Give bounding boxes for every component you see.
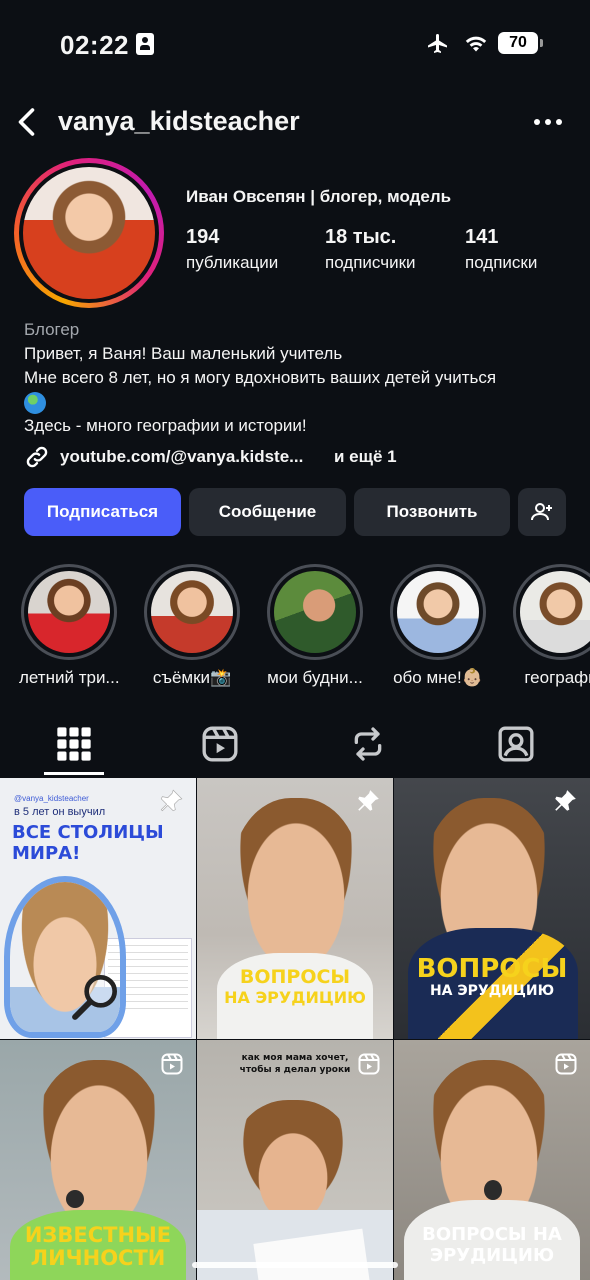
magnifier-icon <box>72 975 117 1020</box>
link-more[interactable]: и ещё 1 <box>334 447 397 467</box>
highlight-item[interactable]: обо мне!👶🏼 <box>388 564 488 688</box>
message-button[interactable]: Сообщение <box>189 488 346 536</box>
post-tile[interactable]: ВОПРОСЫ НА ЭРУДИЦИЮ <box>394 1040 590 1280</box>
link-icon <box>26 446 48 468</box>
post-caption: ВОПРОСЫ НА <box>422 1224 562 1245</box>
post-handle: @vanya_kidsteacher <box>14 794 89 803</box>
stat-label: публикации <box>186 253 279 272</box>
bio-line: Здесь - много географии и истории! <box>24 416 307 435</box>
highlight-item[interactable]: мои будни... <box>265 564 365 688</box>
highlight-label: географи <box>524 668 590 687</box>
globe-icon <box>24 391 46 414</box>
stat-label: подписчики <box>325 253 416 272</box>
link-text[interactable]: youtube.com/@vanya.kidste... <box>60 447 303 467</box>
highlight-label: обо мне!👶🏼 <box>393 668 483 687</box>
grid-icon[interactable] <box>54 724 94 764</box>
post-tile[interactable]: ВОПРОСЫ НА ЭРУДИЦИЮ <box>197 778 393 1039</box>
post-tile[interactable]: @vanya_kidsteacher в 5 лет он выучил ВСЕ… <box>0 778 196 1039</box>
status-bar: 02:22 70 <box>0 0 590 88</box>
id-card-icon <box>136 33 154 55</box>
post-tile[interactable]: как моя мама хочет, чтобы я делал уроки <box>197 1040 393 1280</box>
status-time: 02:22 <box>60 30 129 60</box>
post-caption: НА ЭРУДИЦИЮ <box>224 988 366 1007</box>
profile-bio: Блогер Привет, я Ваня! Ваш маленький учи… <box>24 318 574 438</box>
reels-icon[interactable] <box>200 724 240 764</box>
reel-icon <box>358 1053 380 1075</box>
bio-line: Привет, я Ваня! Ваш маленький учитель <box>24 344 343 363</box>
post-tile[interactable]: ИЗВЕСТНЫЕ ЛИЧНОСТИ <box>0 1040 196 1280</box>
page-title: vanya_kidsteacher <box>58 106 300 136</box>
follow-button[interactable]: Подписаться <box>24 488 181 536</box>
add-user-icon <box>531 503 552 521</box>
post-line: в 5 лет он выучил <box>14 806 106 818</box>
stat-number: 18 тыс. <box>325 226 397 248</box>
post-caption: ЛИЧНОСТИ <box>30 1246 166 1270</box>
stat-posts[interactable]: 194 публикации <box>186 226 278 273</box>
profile-category: Блогер <box>24 320 80 339</box>
pin-icon <box>555 790 576 811</box>
reel-icon <box>161 1053 183 1075</box>
repost-icon[interactable] <box>348 724 388 764</box>
suggest-users-button[interactable] <box>518 488 566 536</box>
highlight-label: съёмки📸 <box>152 668 232 687</box>
stat-number: 194 <box>186 226 220 248</box>
post-caption: ИЗВЕСТНЫЕ <box>24 1223 172 1247</box>
highlight-item[interactable]: съёмки📸 <box>142 564 242 688</box>
tagged-icon[interactable] <box>496 724 536 764</box>
avatar[interactable] <box>14 158 164 308</box>
pin-icon <box>358 790 379 811</box>
active-tab-indicator <box>44 772 104 775</box>
home-indicator[interactable] <box>192 1262 398 1268</box>
highlight-item[interactable]: географи <box>511 564 590 688</box>
stat-followers[interactable]: 18 тыс. подписчики <box>325 226 416 273</box>
pin-icon <box>160 789 183 812</box>
more-icon[interactable] <box>532 112 564 132</box>
highlight-label: летний три... <box>19 668 120 687</box>
wifi-icon <box>465 36 487 52</box>
reel-icon <box>555 1053 577 1075</box>
airplane-icon <box>428 34 447 53</box>
profile-header: vanya_kidsteacher <box>0 96 590 152</box>
post-caption: ЭРУДИЦИЮ <box>429 1245 555 1266</box>
post-caption: ВОПРОСЫ <box>416 954 568 984</box>
post-title: ВСЕ СТОЛИЦЫ МИРА! <box>12 822 164 864</box>
highlight-label: мои будни... <box>267 668 363 687</box>
back-icon[interactable] <box>10 104 46 140</box>
bio-line: Мне всего 8 лет, но я могу вдохновить ва… <box>24 368 497 387</box>
stat-following[interactable]: 141 подписки <box>465 226 537 273</box>
profile-fullname: Иван Овсепян | блогер, модель <box>186 187 452 206</box>
highlight-item[interactable]: летний три... <box>19 564 120 688</box>
stat-label: подписки <box>465 253 538 272</box>
post-tile[interactable]: ВОПРОСЫ НА ЭРУДИЦИЮ <box>394 778 590 1039</box>
post-caption: ВОПРОСЫ <box>239 966 351 988</box>
post-caption: НА ЭРУДИЦИЮ <box>429 983 555 999</box>
battery-indicator: 70 <box>498 32 543 54</box>
stat-number: 141 <box>465 226 499 248</box>
call-button[interactable]: Позвонить <box>354 488 510 536</box>
